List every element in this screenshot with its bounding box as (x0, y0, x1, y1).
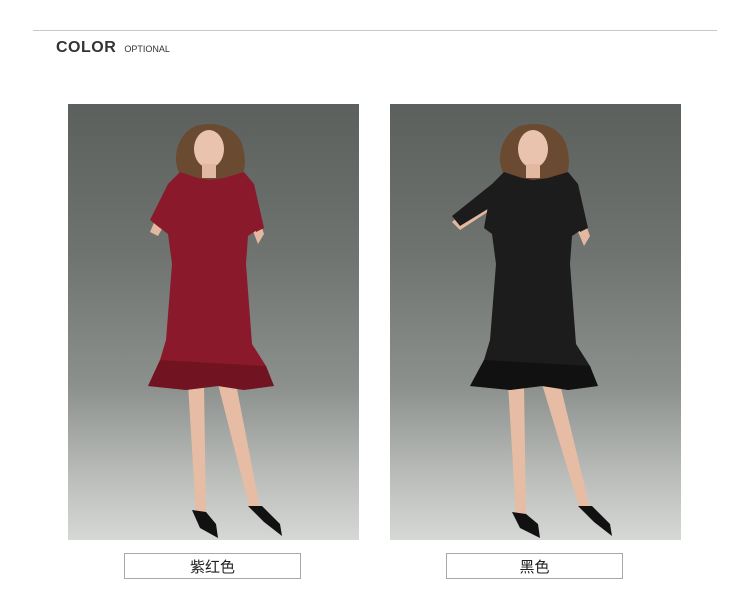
section-title: COLOR (56, 39, 117, 56)
header-divider (33, 30, 717, 31)
color-option-black[interactable]: 黑色 (446, 553, 623, 579)
product-photo-wine-red[interactable] (68, 104, 359, 540)
model-illustration (452, 124, 612, 538)
section-header: COLOR OPTIONAL (56, 37, 170, 59)
color-option-label: 黑色 (519, 557, 550, 576)
model-illustration (148, 124, 282, 538)
product-photo-black[interactable] (390, 104, 681, 540)
color-option-wine-red[interactable]: 紫红色 (124, 553, 301, 579)
section-subtitle: OPTIONAL (124, 44, 170, 54)
color-option-label: 紫红色 (189, 557, 235, 576)
